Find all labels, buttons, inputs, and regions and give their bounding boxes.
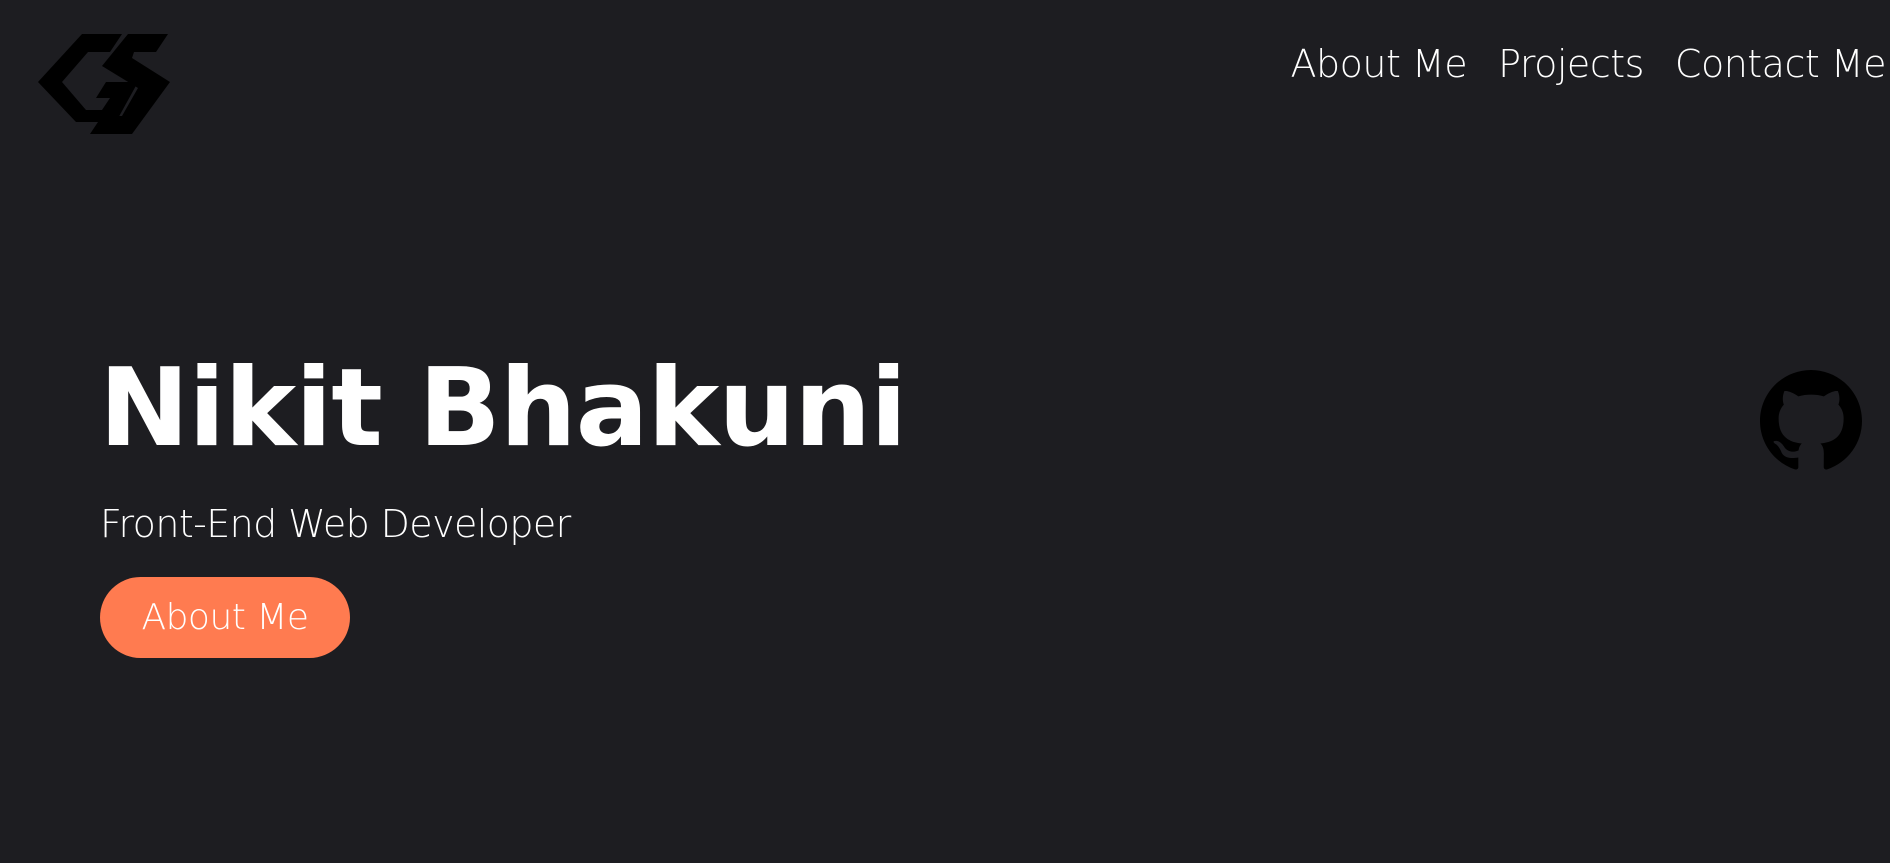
main-nav: About Me Projects Contact Me <box>1291 38 1887 90</box>
nav-contact-me[interactable]: Contact Me <box>1675 38 1887 90</box>
gs-monogram-logo-icon <box>36 30 174 138</box>
nav-projects[interactable]: Projects <box>1498 38 1644 90</box>
nav-about-me[interactable]: About Me <box>1291 38 1468 90</box>
github-link[interactable] <box>1760 370 1862 472</box>
logo-link[interactable] <box>36 30 174 138</box>
github-icon <box>1760 370 1862 472</box>
hero-subtitle: Front-End Web Developer <box>100 502 571 546</box>
hero-name: Nikit Bhakuni <box>99 346 907 471</box>
page: About Me Projects Contact Me Nikit Bhaku… <box>0 0 1890 863</box>
about-me-button[interactable]: About Me <box>100 577 350 658</box>
